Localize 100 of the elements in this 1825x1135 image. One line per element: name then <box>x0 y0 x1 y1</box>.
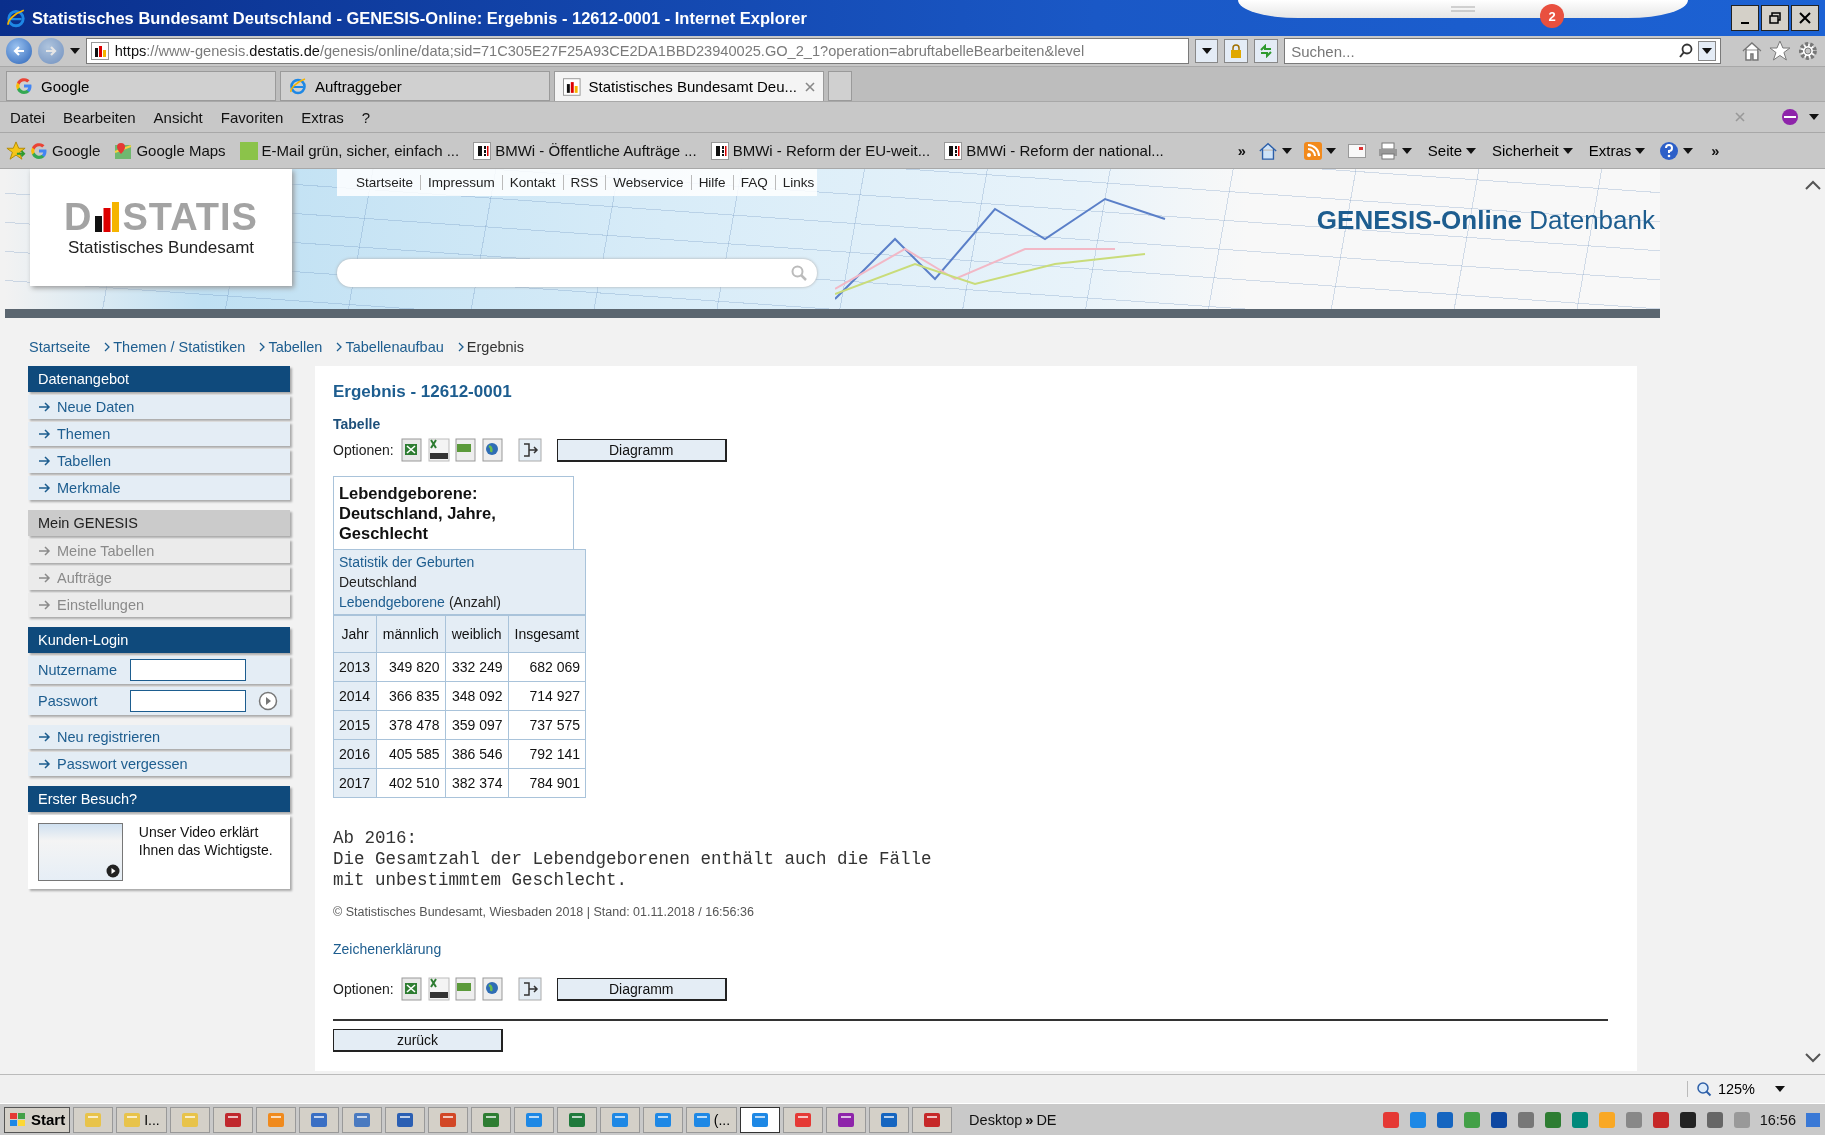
table-cell: 2013 <box>333 652 377 682</box>
zoom-control[interactable]: 125% <box>1686 1081 1785 1097</box>
favorite-link[interactable]: BMWi - Reform der national... <box>944 141 1174 160</box>
refresh-button[interactable] <box>1254 39 1279 63</box>
overflow-chevron[interactable]: » <box>1711 142 1720 159</box>
menu-item[interactable]: Ansicht <box>149 108 207 126</box>
menu-item[interactable]: ? <box>357 108 375 126</box>
spreadsheet-grid-icon[interactable] <box>426 977 451 1001</box>
taskbar-button[interactable]: I... <box>116 1106 167 1133</box>
nav-link[interactable]: Webservice <box>605 175 691 190</box>
google-icon <box>15 77 33 95</box>
restore-button[interactable] <box>1761 5 1789 31</box>
menu-item[interactable]: Bearbeiten <box>59 108 140 126</box>
sidebar-link[interactable]: Tabellen <box>28 449 290 473</box>
nav-link[interactable]: Kontakt <box>501 175 563 190</box>
breadcrumb-link[interactable]: Tabellenaufbau <box>345 339 444 355</box>
search-field[interactable] <box>337 259 817 287</box>
rss-icon[interactable] <box>1303 141 1322 160</box>
settings-icon[interactable] <box>1797 40 1819 62</box>
video-thumbnail[interactable] <box>38 823 123 881</box>
tray-icon[interactable] <box>1489 1110 1508 1129</box>
taskbar-button[interactable]: (... <box>685 1106 738 1133</box>
menu-item[interactable]: Favoriten <box>216 108 288 126</box>
globe-document-icon[interactable] <box>480 977 505 1001</box>
nav-link[interactable]: Links <box>774 175 822 190</box>
favorite-link[interactable]: Google Maps <box>114 141 236 160</box>
star-icon[interactable] <box>1769 40 1792 62</box>
favorite-link[interactable]: E-Mail grün, sicher, einfach ... <box>239 141 470 160</box>
caret-icon[interactable] <box>69 48 80 54</box>
dropdown-button[interactable] <box>1194 39 1219 63</box>
breadcrumb-link[interactable]: Startseite <box>29 339 91 355</box>
section-header: Kunden-Login <box>28 627 290 653</box>
sidebar-link[interactable]: Merkmale <box>28 476 290 500</box>
sidebar-link[interactable]: Neue Daten <box>28 395 290 419</box>
lock-button[interactable] <box>1224 39 1249 63</box>
nav-link[interactable]: Hilfe <box>690 175 733 190</box>
meta-link[interactable]: Statistik der Geburten <box>339 553 475 571</box>
command-menu[interactable]: Seite <box>1427 142 1477 159</box>
favorite-link[interactable]: BMWi - Öffentliche Aufträge ... <box>473 141 707 160</box>
back-button[interactable]: zurück <box>333 1029 503 1052</box>
spreadsheet-file-icon[interactable] <box>399 438 424 462</box>
sidebar-link[interactable]: Neu registrieren <box>28 725 290 749</box>
favorite-link[interactable]: Google <box>30 141 111 160</box>
menu-item[interactable]: Extras <box>297 108 348 126</box>
overflow-chevron[interactable]: » <box>1025 1111 1034 1128</box>
sidebar-link[interactable]: Passwort vergessen <box>28 752 290 776</box>
search-field[interactable]: Suchen... <box>1289 41 1675 61</box>
home-icon[interactable] <box>1741 40 1764 62</box>
close-button[interactable] <box>1791 5 1819 31</box>
pdf-circle-icon[interactable] <box>1781 108 1799 126</box>
play-circle-icon[interactable] <box>258 691 278 711</box>
close-icon <box>1799 12 1811 24</box>
nav-link[interactable]: RSS <box>562 175 606 190</box>
breadcrumb-link[interactable]: Themen / Statistiken <box>113 339 246 355</box>
taskbar-button[interactable] <box>740 1106 781 1133</box>
arrow-left-icon <box>11 44 26 58</box>
nav-link[interactable]: Startseite <box>349 175 421 190</box>
command-menu[interactable]: Sicherheit <box>1492 142 1573 159</box>
caret-icon[interactable] <box>1809 114 1819 120</box>
scroll-down-icon[interactable] <box>1804 1052 1822 1064</box>
search-box[interactable]: Suchen... <box>1284 38 1722 64</box>
language-indicator[interactable]: DE <box>1036 1111 1057 1128</box>
command-menu[interactable]: Extras <box>1588 142 1646 159</box>
chevron-icon <box>336 342 343 352</box>
scroll-up-icon[interactable] <box>1804 179 1822 191</box>
sidebar-link[interactable]: Themen <box>28 422 290 446</box>
spreadsheet-file-icon[interactable] <box>399 977 424 1001</box>
legend-link[interactable]: Zeichenerklärung <box>333 941 442 957</box>
nav-link[interactable]: FAQ <box>732 175 775 190</box>
flag-bars-icon <box>90 42 109 60</box>
play-icon <box>105 864 120 878</box>
overflow-chevron[interactable]: » <box>1237 142 1246 159</box>
spreadsheet-grid-icon[interactable] <box>426 438 451 462</box>
table-cell: 714 927 <box>508 681 586 711</box>
tray-icon[interactable] <box>1678 1110 1697 1129</box>
desktop-label[interactable]: Desktop <box>969 1111 1023 1128</box>
breadcrumb-link[interactable]: Tabellen <box>268 339 323 355</box>
show-desktop-icon[interactable] <box>1805 1110 1821 1129</box>
nav-link[interactable]: Impressum <box>420 175 502 190</box>
printer-icon[interactable] <box>1377 141 1398 160</box>
browser-tab[interactable]: Google <box>6 71 276 101</box>
meta-link[interactable]: Lebendgeborene <box>339 593 445 611</box>
menu-item[interactable]: Datei <box>6 108 50 126</box>
browser-tab[interactable]: Auftraggeber <box>280 71 550 101</box>
favorites-star-icon[interactable] <box>6 140 26 161</box>
diagram-button[interactable]: Diagramm <box>556 438 727 462</box>
start-button[interactable]: Start <box>4 1106 71 1133</box>
minimize-button[interactable] <box>1731 5 1759 31</box>
input-field[interactable] <box>130 659 246 681</box>
dropdown-button[interactable] <box>1698 41 1717 61</box>
globe-document-icon[interactable] <box>480 438 505 462</box>
browser-tab[interactable]: Statistisches Bundesamt Deu... <box>554 71 824 101</box>
favorite-link[interactable]: BMWi - Reform der EU-weit... <box>710 141 941 160</box>
back-button[interactable] <box>6 38 32 64</box>
home-icon[interactable] <box>1257 140 1278 161</box>
forward-button[interactable] <box>37 38 64 64</box>
address-field[interactable]: https://www-genesis.destatis.de/genesis/online/data;sid=71C305E27F25A93CE2DA1BBD23940025.GO_2_1?operation=abruftabelleBearbeiten&level <box>85 38 1189 64</box>
input-field[interactable] <box>130 690 246 712</box>
diagram-button[interactable]: Diagramm <box>556 977 727 1001</box>
help-icon[interactable] <box>1659 140 1680 161</box>
